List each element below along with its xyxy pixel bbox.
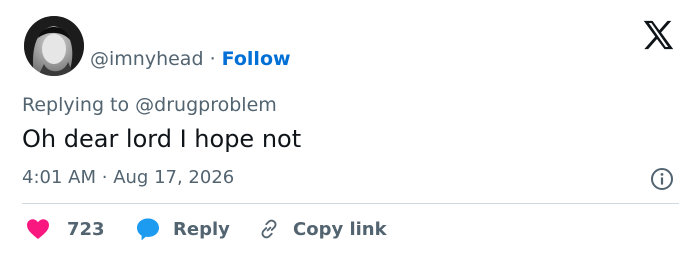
divider: [22, 203, 679, 204]
tweet-text: Oh dear lord I hope not: [22, 125, 302, 153]
heart-icon: [27, 219, 49, 239]
avatar-photo: [24, 16, 84, 76]
user-line: @imnyhead · Follow: [90, 47, 291, 71]
avatar[interactable]: [24, 16, 84, 76]
reply-label: Reply: [173, 218, 230, 240]
tweet-date: Aug 17, 2026: [113, 167, 235, 188]
tweet-time: 4:01 AM: [22, 167, 96, 188]
like-count: 723: [67, 218, 105, 240]
separator-dot: ·: [209, 48, 216, 70]
reply-to-handle[interactable]: @drugproblem: [135, 94, 277, 116]
link-icon: [261, 219, 277, 239]
replying-to-line: Replying to @drugproblem: [22, 93, 277, 117]
like-button[interactable]: 723: [26, 217, 105, 241]
x-logo-icon[interactable]: [642, 20, 675, 50]
reply-button[interactable]: Reply: [136, 217, 230, 241]
info-icon[interactable]: [650, 167, 674, 191]
speech-bubble-icon: [137, 218, 159, 241]
replying-to-label: Replying to: [22, 94, 130, 116]
timestamp[interactable]: 4:01 AM · Aug 17, 2026: [22, 166, 234, 190]
copy-link-button[interactable]: Copy link: [258, 217, 387, 241]
follow-button[interactable]: Follow: [222, 48, 291, 70]
timestamp-separator: ·: [101, 167, 108, 188]
copy-link-label: Copy link: [293, 218, 387, 240]
user-handle[interactable]: @imnyhead: [90, 48, 204, 70]
